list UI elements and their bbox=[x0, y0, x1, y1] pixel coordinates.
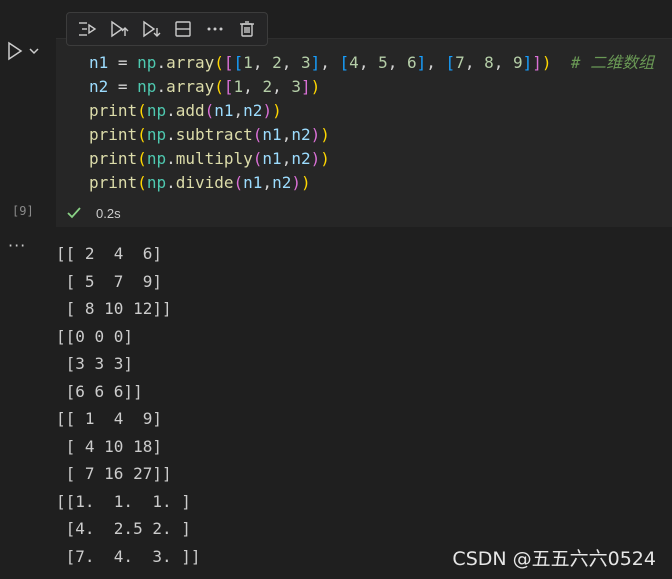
execution-count: [9] bbox=[12, 204, 34, 218]
check-icon bbox=[66, 205, 82, 221]
play-icon bbox=[8, 41, 23, 61]
output-line: [3 3 3] bbox=[56, 354, 134, 373]
code-line: print(np.multiply(n1,n2)) bbox=[89, 149, 330, 168]
code-line: print(np.add(n1,n2)) bbox=[89, 101, 282, 120]
output-line: [[0 0 0] bbox=[56, 326, 134, 346]
chevron-down-icon bbox=[29, 48, 39, 55]
execute-below-icon bbox=[143, 20, 161, 38]
run-by-line-icon bbox=[79, 22, 97, 36]
output-line: [ 4 10 18] bbox=[56, 436, 162, 456]
more-actions-button[interactable] bbox=[201, 15, 229, 43]
run-cell-button[interactable] bbox=[6, 40, 44, 62]
code-editor[interactable]: n1 = np.array([[1, 2, 3], [4, 5, 6], [7,… bbox=[56, 38, 672, 199]
delete-cell-button[interactable] bbox=[233, 15, 261, 43]
execute-above-icon bbox=[111, 20, 129, 38]
run-by-line-button[interactable] bbox=[73, 15, 101, 43]
output-more-button[interactable]: ··· bbox=[8, 236, 26, 255]
code-line: print(np.subtract(n1,n2)) bbox=[89, 125, 330, 144]
output-line: [[ 2 4 6] bbox=[56, 244, 162, 263]
split-cell-icon bbox=[175, 21, 191, 37]
execution-duration: 0.2s bbox=[96, 205, 121, 221]
execute-above-button[interactable] bbox=[105, 15, 133, 43]
cell-toolbar bbox=[66, 12, 268, 46]
output-line: [ 8 10 12]] bbox=[56, 299, 172, 318]
cell-status-bar: 0.2s bbox=[56, 199, 672, 227]
code-line: print(np.divide(n1,n2)) bbox=[89, 173, 311, 192]
output-line: [7. 4. 3. ]] bbox=[56, 546, 201, 566]
code-line: n1 = np.array([[1, 2, 3], [4, 5, 6], [7,… bbox=[89, 53, 655, 72]
execute-below-button[interactable] bbox=[137, 15, 165, 43]
cell-output: [[ 2 4 6] [ 5 7 9] [ 8 10 12]] [[0 0 0] [… bbox=[56, 240, 201, 570]
output-line: [6 6 6]] bbox=[56, 381, 143, 401]
more-actions-icon bbox=[207, 27, 223, 31]
code-line: n2 = np.array([1, 2, 3]) bbox=[89, 77, 321, 96]
watermark: CSDN @五五六六0524 bbox=[452, 548, 656, 570]
output-line: [4. 2.5 2. ] bbox=[56, 519, 191, 538]
split-cell-button[interactable] bbox=[169, 15, 197, 43]
output-line: [ 5 7 9] bbox=[56, 271, 162, 291]
output-line: [[ 1 4 9] bbox=[56, 409, 162, 428]
output-line: [[1. 1. 1. ] bbox=[56, 491, 191, 511]
delete-cell-icon bbox=[240, 21, 254, 37]
output-line: [ 7 16 27]] bbox=[56, 464, 172, 483]
notebook-cell: n1 = np.array([[1, 2, 3], [4, 5, 6], [7,… bbox=[0, 0, 672, 228]
